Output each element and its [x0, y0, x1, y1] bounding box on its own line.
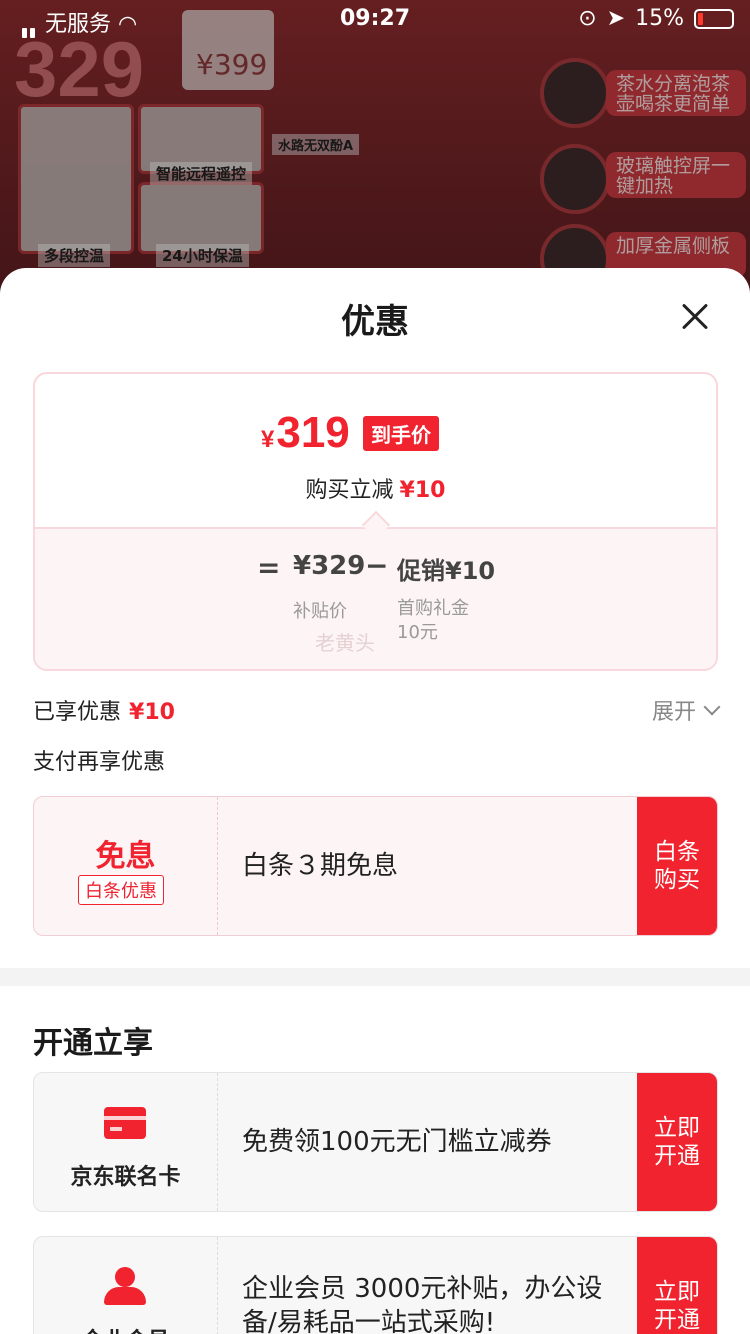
promo-label-line2: 10元 — [397, 622, 438, 643]
interest-free-headline: 免息 — [95, 839, 156, 874]
promo-label: 首购礼金 10元 — [397, 597, 469, 645]
enterprise-member-promo[interactable]: 企业会员 企业会员 3000元补贴，办公设备/易耗品一站式采购! 立即开通 — [33, 1236, 718, 1334]
baitiao-buy-button[interactable]: 白条购买 — [637, 797, 717, 935]
cobrand-card-label: 京东联名卡 — [70, 1165, 181, 1190]
sheet-title: 优惠 — [341, 302, 409, 342]
enjoyed-amount: ¥10 — [129, 700, 175, 725]
open-cobrand-card-button[interactable]: 立即开通 — [637, 1073, 717, 1211]
final-price-value: 319 — [276, 408, 350, 457]
expand-label: 展开 — [651, 700, 696, 725]
status-right: ⊙ ➤ 15% — [578, 6, 734, 31]
promo-amount: 促销¥10 — [397, 557, 496, 585]
price-summary: ¥319 到手价 购买立减 ¥10 — [35, 374, 716, 527]
currency-symbol: ¥ — [261, 426, 275, 453]
credit-card-icon — [104, 1107, 146, 1139]
hand-price-tag: 到手价 — [363, 416, 439, 451]
baitiao-badge: 免息 白条优惠 — [34, 797, 218, 935]
minus-sign: − — [365, 549, 389, 582]
enjoyed-label: 已享优惠 — [33, 700, 122, 725]
baitiao-tag: 白条优惠 — [78, 875, 164, 905]
final-price: ¥319 — [261, 408, 350, 458]
watermark: 老黄头 — [315, 631, 375, 655]
promo-label-line1: 首购礼金 — [397, 598, 469, 619]
cobrand-card-desc: 免费领100元无门槛立减券 — [242, 1127, 552, 1157]
enterprise-member-badge: 企业会员 — [34, 1237, 218, 1334]
battery-percent: 15% — [635, 6, 684, 31]
cobrand-card-promo[interactable]: 京东联名卡 免费领100元无门槛立减券 立即开通 — [33, 1072, 718, 1212]
cobrand-card-badge: 京东联名卡 — [34, 1073, 218, 1211]
status-bar: 无服务 ◠ 09:27 ⊙ ➤ 15% — [0, 0, 750, 40]
enjoyed-discount: 已享优惠 ¥10 — [33, 694, 175, 726]
equals-sign: = — [257, 551, 281, 584]
orientation-lock-icon: ⊙ — [578, 6, 597, 31]
dim-overlay[interactable] — [0, 0, 750, 300]
price-breakdown-card: ¥319 到手价 购买立减 ¥10 = ¥329 − 促销¥10 补贴价 首购礼金… — [33, 372, 718, 671]
reduce-label: 购买立减 — [305, 478, 394, 503]
location-icon: ➤ — [606, 6, 626, 31]
expand-button[interactable]: 展开 — [651, 694, 721, 726]
discount-sheet: 优惠 ¥319 到手价 购买立减 ¥10 = ¥329 − 促销¥10 补贴价 首… — [0, 268, 750, 1334]
reduce-line: 购买立减 ¥10 — [35, 472, 716, 504]
subsidy-price-label: 补贴价 — [293, 601, 347, 622]
enterprise-member-desc: 企业会员 3000元补贴，办公设备/易耗品一站式采购! — [242, 1274, 603, 1334]
baitiao-desc: 白条３期免息 — [242, 851, 399, 881]
reduce-amount: ¥10 — [399, 478, 446, 503]
battery-icon — [694, 8, 734, 29]
pay-section-title: 支付再享优惠 — [33, 750, 166, 775]
open-section-title: 开通立享 — [33, 1026, 153, 1061]
section-divider — [0, 968, 750, 986]
open-enterprise-member-button[interactable]: 立即开通 — [637, 1237, 717, 1334]
baitiao-promo-card[interactable]: 免息 白条优惠 白条３期免息 白条购买 — [33, 796, 718, 936]
product-image-background: 329 ¥399 多段控温 24小时保温 智能远程遥控 水路无双酚A 茶水分离泡… — [0, 0, 750, 300]
subsidy-price: ¥329 — [293, 551, 366, 581]
price-formula: = ¥329 − 促销¥10 补贴价 首购礼金 10元 老黄头 — [35, 527, 716, 669]
close-icon[interactable] — [680, 302, 710, 332]
user-icon — [104, 1267, 146, 1307]
chevron-down-icon — [703, 698, 721, 716]
enterprise-member-label: 企业会员 — [34, 1323, 217, 1334]
